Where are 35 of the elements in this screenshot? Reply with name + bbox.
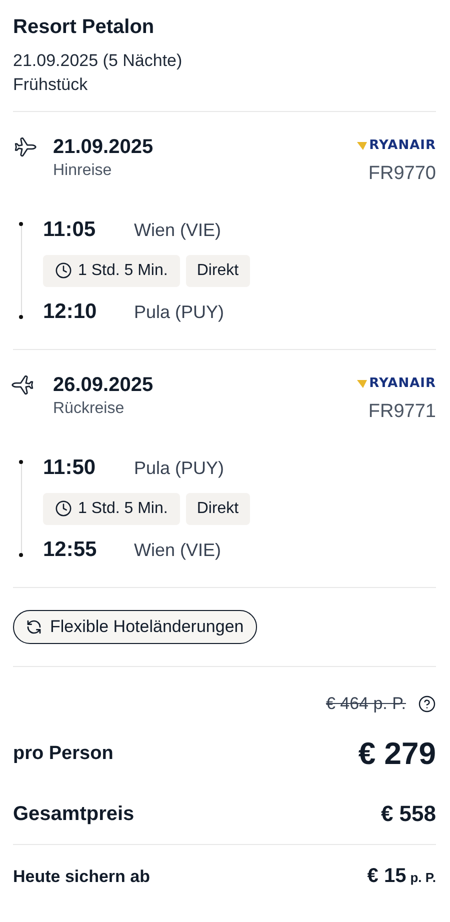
direct-chip: Direkt [186,254,250,286]
departure-airport: Pula (PUY) [134,457,224,480]
airline-logo: RYANAIR [357,377,436,390]
deposit-price: € 15 [367,864,406,889]
departure-time: 11:50 [43,455,97,481]
arrival-time: 12:10 [43,298,98,324]
flight-number: FR9770 [368,162,436,186]
flight-direction: Hinreise [53,161,113,181]
direct-chip: Direkt [186,492,250,524]
arrival-airport: Wien (VIE) [134,538,222,562]
stay-dates: 21.09.2025 (5 Nächte) [13,50,184,72]
hotel-name: Resort Petalon [13,15,156,40]
arrival-airport: Pula (PUY) [134,300,224,324]
old-price: € 464 p. P. [326,693,406,715]
deposit-unit: p. P. [410,869,436,887]
deposit-label: Heute sichern ab [13,866,150,888]
clock-icon [55,500,72,517]
departure-time: 11:05 [43,217,97,243]
airline-logo: RYANAIR [357,139,436,152]
flight-number: FR9771 [368,400,436,424]
flight-direction: Rückreise [53,399,126,419]
help-icon [418,694,436,713]
clock-icon [55,262,72,279]
per-person-price: € 279 [358,734,436,772]
total-label: Gesamtpreis [13,802,134,826]
arrival-time: 12:55 [43,536,98,562]
feature-chip[interactable]: Flexible Hoteländerungen [13,610,257,644]
flight-date: 26.09.2025 [53,373,154,398]
duration-text: 1 Std. 5 Min. [78,260,168,280]
flight-date: 21.09.2025 [53,135,154,160]
duration-text: 1 Std. 5 Min. [78,498,168,518]
per-person-label: pro Person [13,742,114,766]
board-type: Frühstück [13,74,89,96]
total-price: € 558 [380,800,436,828]
departure-airport: Wien (VIE) [134,219,222,242]
